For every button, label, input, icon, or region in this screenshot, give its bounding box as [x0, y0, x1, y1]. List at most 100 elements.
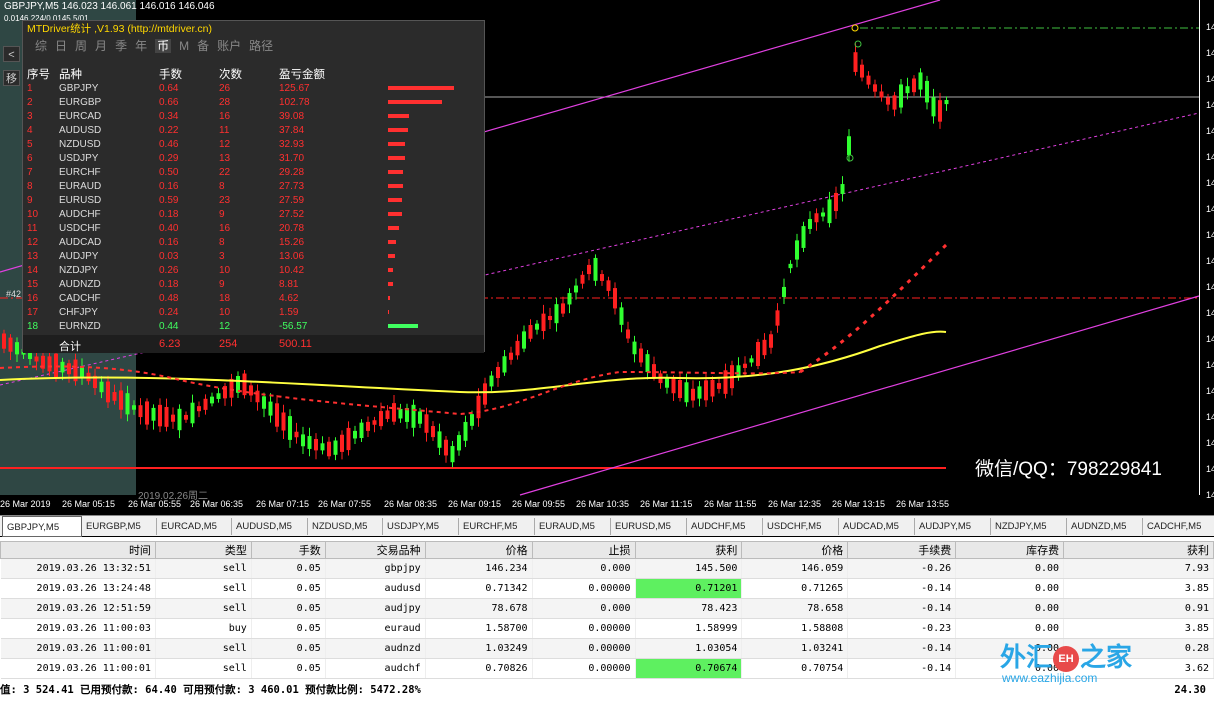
pl-bar — [388, 184, 403, 188]
stat-row: 9 EURUSD 0.59 23 27.59 — [23, 195, 484, 209]
symbol-tab[interactable]: EURCAD,M5 — [157, 518, 232, 535]
column-header[interactable]: 手续费 — [847, 541, 957, 559]
tab-account[interactable]: 账户 — [217, 39, 241, 53]
symbol-tab[interactable]: AUDCHF,M5 — [687, 518, 763, 535]
symbol-tab[interactable]: CADCHF,M5 — [1143, 518, 1214, 535]
candle — [632, 341, 637, 355]
column-header[interactable]: 价格 — [424, 541, 533, 559]
candle — [496, 366, 500, 379]
time-tick-label: 26 Mar 10:35 — [576, 499, 630, 509]
column-header[interactable]: 交易品种 — [324, 541, 426, 559]
candle — [437, 431, 442, 448]
column-header[interactable]: 获利 — [634, 541, 743, 559]
order-cell: audusd — [325, 578, 426, 599]
tab-note[interactable]: 备 — [197, 39, 209, 53]
tab-currency[interactable]: 币 — [155, 39, 172, 53]
candle — [398, 408, 403, 419]
time-tick-label: 26 Mar 07:15 — [256, 499, 310, 509]
time-tick-label: 26 Mar 11:15 — [640, 499, 693, 509]
stat-index: 7 — [27, 167, 33, 178]
tab-day[interactable]: 日 — [55, 39, 67, 53]
stat-lots: 0.46 — [159, 139, 179, 150]
candle — [860, 64, 864, 78]
candle — [749, 358, 754, 363]
candle — [151, 407, 156, 421]
tab-year[interactable]: 年 — [135, 39, 147, 53]
symbol-tab[interactable]: NZDJPY,M5 — [991, 518, 1067, 535]
order-row[interactable]: 2019.03.26 12:51:59 sell 0.05 audjpy 78.678 0… — [0, 598, 1214, 619]
symbol-tab[interactable]: AUDUSD,M5 — [232, 518, 308, 535]
price-axis[interactable]: 14 14 14 14 14 14 14 14 14 14 14 14 14 14 14 14 14 14 14 — [1199, 0, 1214, 500]
candle — [899, 84, 903, 108]
candle — [197, 406, 201, 412]
symbol-tab[interactable]: AUDNZD,M5 — [1067, 518, 1143, 535]
price-tick-label: 14 — [1206, 126, 1214, 136]
chart-title: GBPJPY,M5 146.023 146.061 146.016 146.04… — [4, 1, 215, 12]
tab-month[interactable]: 月 — [95, 39, 107, 53]
stat-index: 1 — [27, 83, 33, 94]
collapse-button[interactable]: < — [3, 46, 20, 62]
candle — [145, 401, 149, 425]
stat-pl: 32.93 — [279, 139, 305, 150]
tab-overall[interactable]: 综 — [35, 39, 47, 53]
terminal-panel[interactable]: 时间 类型 手数 交易品种 价格 止损 获利 价格 手续费 库存费 获利 2019.03.26 13… — [0, 537, 1214, 704]
column-header[interactable]: 手数 — [250, 541, 326, 559]
order-cell: 0.70754 — [741, 658, 849, 679]
candle — [216, 393, 221, 399]
order-cell: -0.26 — [847, 558, 957, 579]
tab-magic[interactable]: M — [179, 39, 189, 53]
symbol-tab[interactable]: GBPJPY,M5 — [2, 516, 82, 537]
price-tick-label: 14 — [1206, 256, 1214, 266]
candle — [314, 438, 318, 451]
pl-bar — [388, 86, 454, 90]
symbol-tab[interactable]: AUDCAD,M5 — [839, 518, 915, 535]
mtdriver-stats-panel[interactable]: MTDriver统计 ,V1.93 (http://mtdriver.cn) 综… — [22, 20, 485, 353]
symbol-tab[interactable]: EURCHF,M5 — [459, 518, 535, 535]
stat-row: 5 NZDUSD 0.46 12 32.93 — [23, 139, 484, 153]
column-header[interactable]: 类型 — [154, 541, 252, 559]
candle — [15, 342, 19, 355]
candle — [827, 199, 832, 224]
stat-index: 18 — [27, 321, 39, 332]
symbol-tab[interactable]: USDJPY,M5 — [383, 518, 459, 535]
orders-header-row: 时间 类型 手数 交易品种 价格 止损 获利 价格 手续费 库存费 获利 — [0, 541, 1214, 559]
order-row[interactable]: 2019.03.26 11:00:03 buy 0.05 euraud 1.58700 0… — [0, 618, 1214, 639]
order-cell: 78.678 — [425, 598, 533, 619]
stat-count: 22 — [219, 167, 231, 178]
move-button[interactable]: 移 — [3, 70, 20, 86]
column-header[interactable]: 获利 — [1063, 541, 1214, 559]
stat-symbol: AUDCAD — [59, 237, 102, 248]
order-row[interactable]: 2019.03.26 13:32:51 sell 0.05 gbpjpy 146.234… — [0, 558, 1214, 579]
time-axis[interactable]: 26 Mar 2019 26 Mar 05:15 26 Mar 05:55 26 Ma… — [0, 496, 1214, 514]
price-chart[interactable]: GBPJPY,M5 146.023 146.061 146.016 146.04… — [0, 0, 1214, 515]
symbol-tab[interactable]: EURUSD,M5 — [611, 518, 687, 535]
candle — [340, 434, 344, 452]
column-header[interactable]: 价格 — [741, 541, 849, 559]
symbol-tab[interactable]: EURGBP,M5 — [82, 518, 157, 535]
total-lots: 6.23 — [159, 338, 181, 350]
order-cell: 0.00 — [955, 618, 1065, 639]
symbol-tab[interactable]: USDCHF,M5 — [763, 518, 839, 535]
candle — [489, 375, 494, 387]
candle — [125, 393, 130, 415]
total-pl: 500.11 — [279, 338, 312, 350]
column-header[interactable]: 时间 — [0, 541, 156, 559]
tab-quarter[interactable]: 季 — [115, 39, 127, 53]
stat-count: 9 — [219, 209, 225, 220]
symbol-tab[interactable]: AUDJPY,M5 — [915, 518, 991, 535]
price-tick-label: 14 — [1206, 412, 1214, 422]
candle — [294, 431, 299, 438]
order-row[interactable]: 2019.03.26 13:24:48 sell 0.05 audusd 0.71342… — [0, 578, 1214, 599]
stat-count: 13 — [219, 153, 231, 164]
symbol-tab[interactable]: NZDUSD,M5 — [308, 518, 383, 535]
column-header[interactable]: 止损 — [531, 541, 636, 559]
candle — [762, 339, 767, 356]
column-header[interactable]: 库存费 — [955, 541, 1065, 559]
symbol-tab[interactable]: EURAUD,M5 — [535, 518, 611, 535]
tab-path[interactable]: 路径 — [249, 39, 273, 53]
candle — [944, 99, 949, 105]
order-cell: 0.000 — [532, 598, 636, 619]
order-cell: 145.500 — [635, 558, 743, 579]
tab-week[interactable]: 周 — [75, 39, 87, 53]
candle — [457, 435, 461, 451]
